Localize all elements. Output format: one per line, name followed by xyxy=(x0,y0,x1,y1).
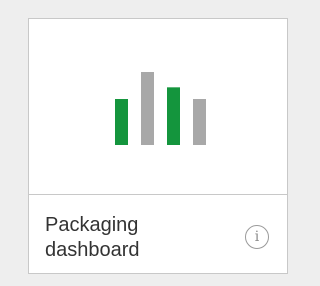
chart-icon-bar-4 xyxy=(193,99,206,145)
chart-icon-bar-1 xyxy=(115,99,128,145)
bar-chart-icon xyxy=(115,72,206,145)
chart-icon-bar-2 xyxy=(141,72,154,145)
tile-footer: Packaging dashboard i xyxy=(29,195,287,273)
packaging-dashboard-tile[interactable]: Packaging dashboard i xyxy=(28,18,288,274)
tile-graphic-area xyxy=(29,19,287,195)
tile-title: Packaging dashboard xyxy=(45,214,140,261)
page-background: Packaging dashboard i xyxy=(0,0,303,286)
chart-icon-bar-3 xyxy=(167,87,180,145)
info-icon[interactable]: i xyxy=(245,225,269,249)
